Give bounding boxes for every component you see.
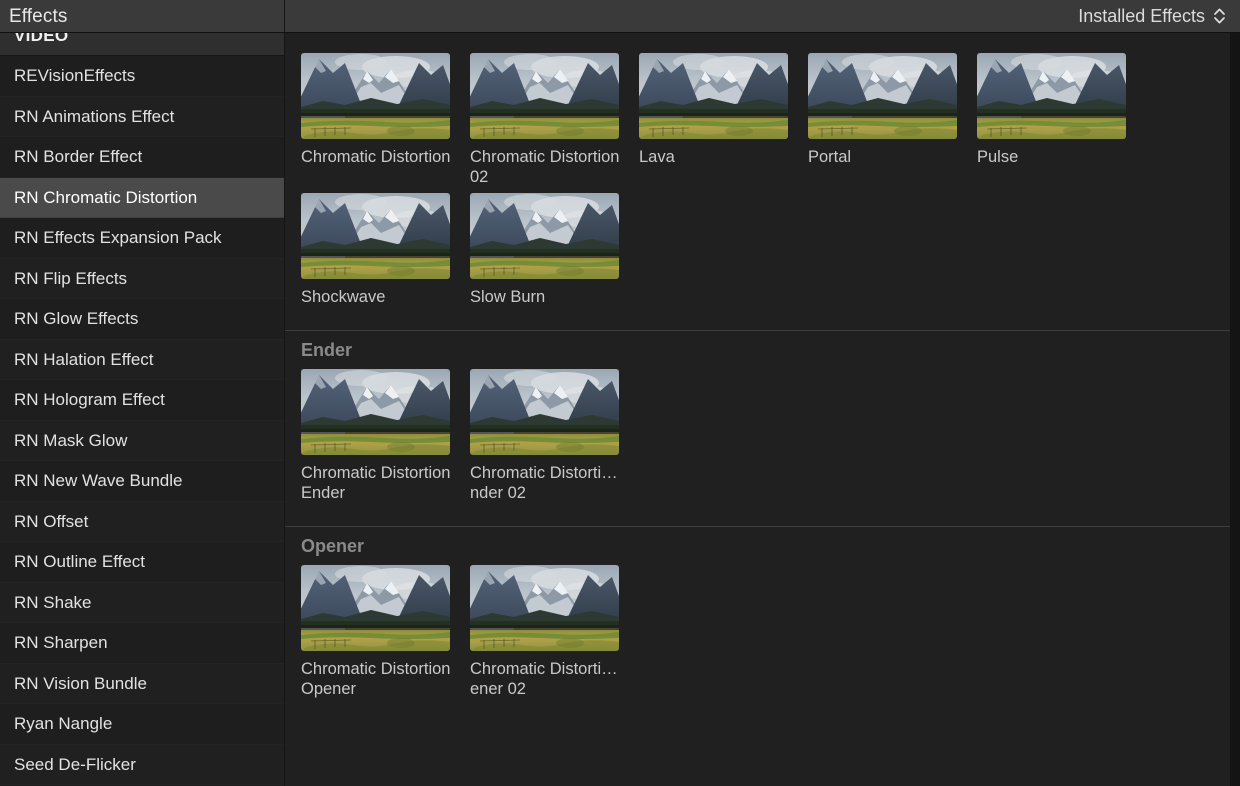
- sidebar-item-rn-mask-glow[interactable]: RN Mask Glow: [0, 421, 284, 462]
- panel-header-left: Effects: [0, 0, 285, 32]
- effect-thumbnail[interactable]: [470, 193, 619, 279]
- effect-tile-label: Slow Burn: [470, 287, 622, 307]
- effect-thumbnail[interactable]: [470, 53, 619, 139]
- sidebar-item-label: RN Glow Effects: [14, 310, 138, 327]
- effect-tile[interactable]: Portal: [808, 53, 977, 187]
- sidebar-item-rn-effects-expansion-pack[interactable]: RN Effects Expansion Pack: [0, 218, 284, 259]
- effect-thumbnail[interactable]: [301, 53, 450, 139]
- effect-tile[interactable]: Chromatic Distortion 02: [470, 53, 639, 187]
- effect-tile-label: Chromatic Distorti…ener 02: [470, 659, 622, 699]
- chevron-up-down-icon[interactable]: [1212, 5, 1226, 27]
- sidebar-item-list: REVisionEffects RN Animations Effect RN Bo…: [0, 56, 284, 785]
- effect-tile[interactable]: Lava: [639, 53, 808, 187]
- sidebar-item-label: RN Vision Bundle: [14, 675, 147, 692]
- effect-tile-label: Pulse: [977, 147, 1129, 167]
- sidebar-item-label: REVisionEffects: [14, 67, 135, 84]
- sidebar-item-label: RN Flip Effects: [14, 270, 127, 287]
- effect-thumbnail[interactable]: [301, 369, 450, 455]
- section-top-spacer: [285, 33, 1230, 53]
- effect-tile-label: Portal: [808, 147, 960, 167]
- panel-header-right: Installed Effects: [285, 0, 1240, 32]
- effect-thumbnail[interactable]: [301, 565, 450, 651]
- section-bottom-spacer: [285, 705, 1230, 717]
- page-title: Effects: [9, 7, 67, 26]
- effect-tile-label: Lava: [639, 147, 791, 167]
- sidebar-item-rn-hologram-effect[interactable]: RN Hologram Effect: [0, 380, 284, 421]
- effects-tile-grid: Chromatic Distortion Opener: [285, 565, 1230, 705]
- section-bottom-spacer: [285, 509, 1230, 521]
- sidebar-item-seed-de-flicker[interactable]: Seed De-Flicker: [0, 745, 284, 786]
- sidebar-item-label: RN Sharpen: [14, 634, 108, 651]
- sidebar-item-label: RN Shake: [14, 594, 91, 611]
- effect-thumbnail[interactable]: [808, 53, 957, 139]
- effect-tile-label: Chromatic Distorti…nder 02: [470, 463, 622, 503]
- effect-tile[interactable]: Shockwave: [301, 193, 470, 307]
- effect-tile[interactable]: Chromatic Distorti…nder 02: [470, 369, 639, 503]
- effect-thumbnail[interactable]: [301, 193, 450, 279]
- effect-tile[interactable]: Chromatic Distortion Ender: [301, 369, 470, 503]
- section-title: Opener: [285, 527, 1230, 565]
- effects-results-area[interactable]: Chromatic Distortion: [285, 33, 1240, 786]
- sidebar-item-rn-offset[interactable]: RN Offset: [0, 502, 284, 543]
- effect-tile[interactable]: Pulse: [977, 53, 1146, 187]
- effect-thumbnail[interactable]: [977, 53, 1126, 139]
- sidebar-item-label: RN Border Effect: [14, 148, 142, 165]
- section-bottom-spacer: [285, 313, 1230, 325]
- effect-tile[interactable]: Chromatic Distorti…ener 02: [470, 565, 639, 699]
- sidebar-scroll-container: VIDEO REVisionEffects RN Animations Effec…: [0, 33, 284, 785]
- section-title: Ender: [285, 331, 1230, 369]
- sidebar-item-rn-new-wave-bundle[interactable]: RN New Wave Bundle: [0, 461, 284, 502]
- sidebar-item-rn-shake[interactable]: RN Shake: [0, 583, 284, 624]
- sidebar-item-label: RN Effects Expansion Pack: [14, 229, 222, 246]
- sidebar-item-rn-animations-effect[interactable]: RN Animations Effect: [0, 97, 284, 138]
- sidebar-item-label: RN Halation Effect: [14, 351, 154, 368]
- sidebar-group-label: VIDEO: [14, 33, 68, 46]
- sidebar-item-label: Seed De-Flicker: [14, 756, 136, 773]
- effect-tile[interactable]: Slow Burn: [470, 193, 639, 307]
- sidebar-item-rn-glow-effects[interactable]: RN Glow Effects: [0, 299, 284, 340]
- browser-body: VIDEO REVisionEffects RN Animations Effec…: [0, 33, 1240, 786]
- effects-tile-grid: Chromatic Distortion: [285, 53, 1230, 313]
- effect-tile-label: Chromatic Distortion: [301, 147, 453, 167]
- effect-tile-label: Chromatic Distortion Ender: [301, 463, 453, 503]
- effects-section-ender: Ender: [285, 330, 1230, 521]
- sidebar-item-label: RN Animations Effect: [14, 108, 174, 125]
- effect-tile-label: Chromatic Distortion 02: [470, 147, 622, 187]
- sidebar-item-rn-sharpen[interactable]: RN Sharpen: [0, 623, 284, 664]
- sidebar-item-rn-border-effect[interactable]: RN Border Effect: [0, 137, 284, 178]
- sidebar-item-label: RN Hologram Effect: [14, 391, 165, 408]
- sidebar-item-rn-vision-bundle[interactable]: RN Vision Bundle: [0, 664, 284, 705]
- installed-effects-popup-label[interactable]: Installed Effects: [1078, 7, 1205, 25]
- effect-thumbnail[interactable]: [639, 53, 788, 139]
- effect-tile[interactable]: Chromatic Distortion: [301, 53, 470, 187]
- sidebar-item-revisioneffects[interactable]: REVisionEffects: [0, 56, 284, 97]
- sidebar-item-rn-outline-effect[interactable]: RN Outline Effect: [0, 542, 284, 583]
- effect-thumbnail[interactable]: [470, 369, 619, 455]
- sidebar-item-label: RN New Wave Bundle: [14, 472, 183, 489]
- sidebar-item-label: RN Mask Glow: [14, 432, 127, 449]
- sidebar-item-rn-chromatic-distortion[interactable]: RN Chromatic Distortion: [0, 178, 284, 219]
- panel-header-bar: Effects Installed Effects: [0, 0, 1240, 33]
- section-title-label: Ender: [301, 340, 352, 361]
- sidebar-item-rn-flip-effects[interactable]: RN Flip Effects: [0, 259, 284, 300]
- effects-section-installed: Chromatic Distortion: [285, 33, 1230, 325]
- sidebar-group-header-video: VIDEO: [0, 33, 284, 56]
- sidebar-item-label: RN Offset: [14, 513, 88, 530]
- effect-tile-label: Chromatic Distortion Opener: [301, 659, 453, 699]
- sidebar-item-rn-halation-effect[interactable]: RN Halation Effect: [0, 340, 284, 381]
- effects-browser-window: Effects Installed Effects VIDEO REVision…: [0, 0, 1240, 786]
- section-title-label: Opener: [301, 536, 364, 557]
- effects-sections: Chromatic Distortion: [285, 33, 1230, 717]
- effect-tile[interactable]: Chromatic Distortion Opener: [301, 565, 470, 699]
- effect-thumbnail[interactable]: [470, 565, 619, 651]
- sidebar-item-label: RN Chromatic Distortion: [14, 189, 197, 206]
- sidebar-item-ryan-nangle[interactable]: Ryan Nangle: [0, 704, 284, 745]
- effects-tile-grid: Chromatic Distortion Ender: [285, 369, 1230, 509]
- sidebar-item-label: Ryan Nangle: [14, 715, 112, 732]
- effect-tile-label: Shockwave: [301, 287, 453, 307]
- effects-section-opener: Opener: [285, 526, 1230, 717]
- effects-category-sidebar[interactable]: VIDEO REVisionEffects RN Animations Effec…: [0, 33, 285, 786]
- sidebar-item-label: RN Outline Effect: [14, 553, 145, 570]
